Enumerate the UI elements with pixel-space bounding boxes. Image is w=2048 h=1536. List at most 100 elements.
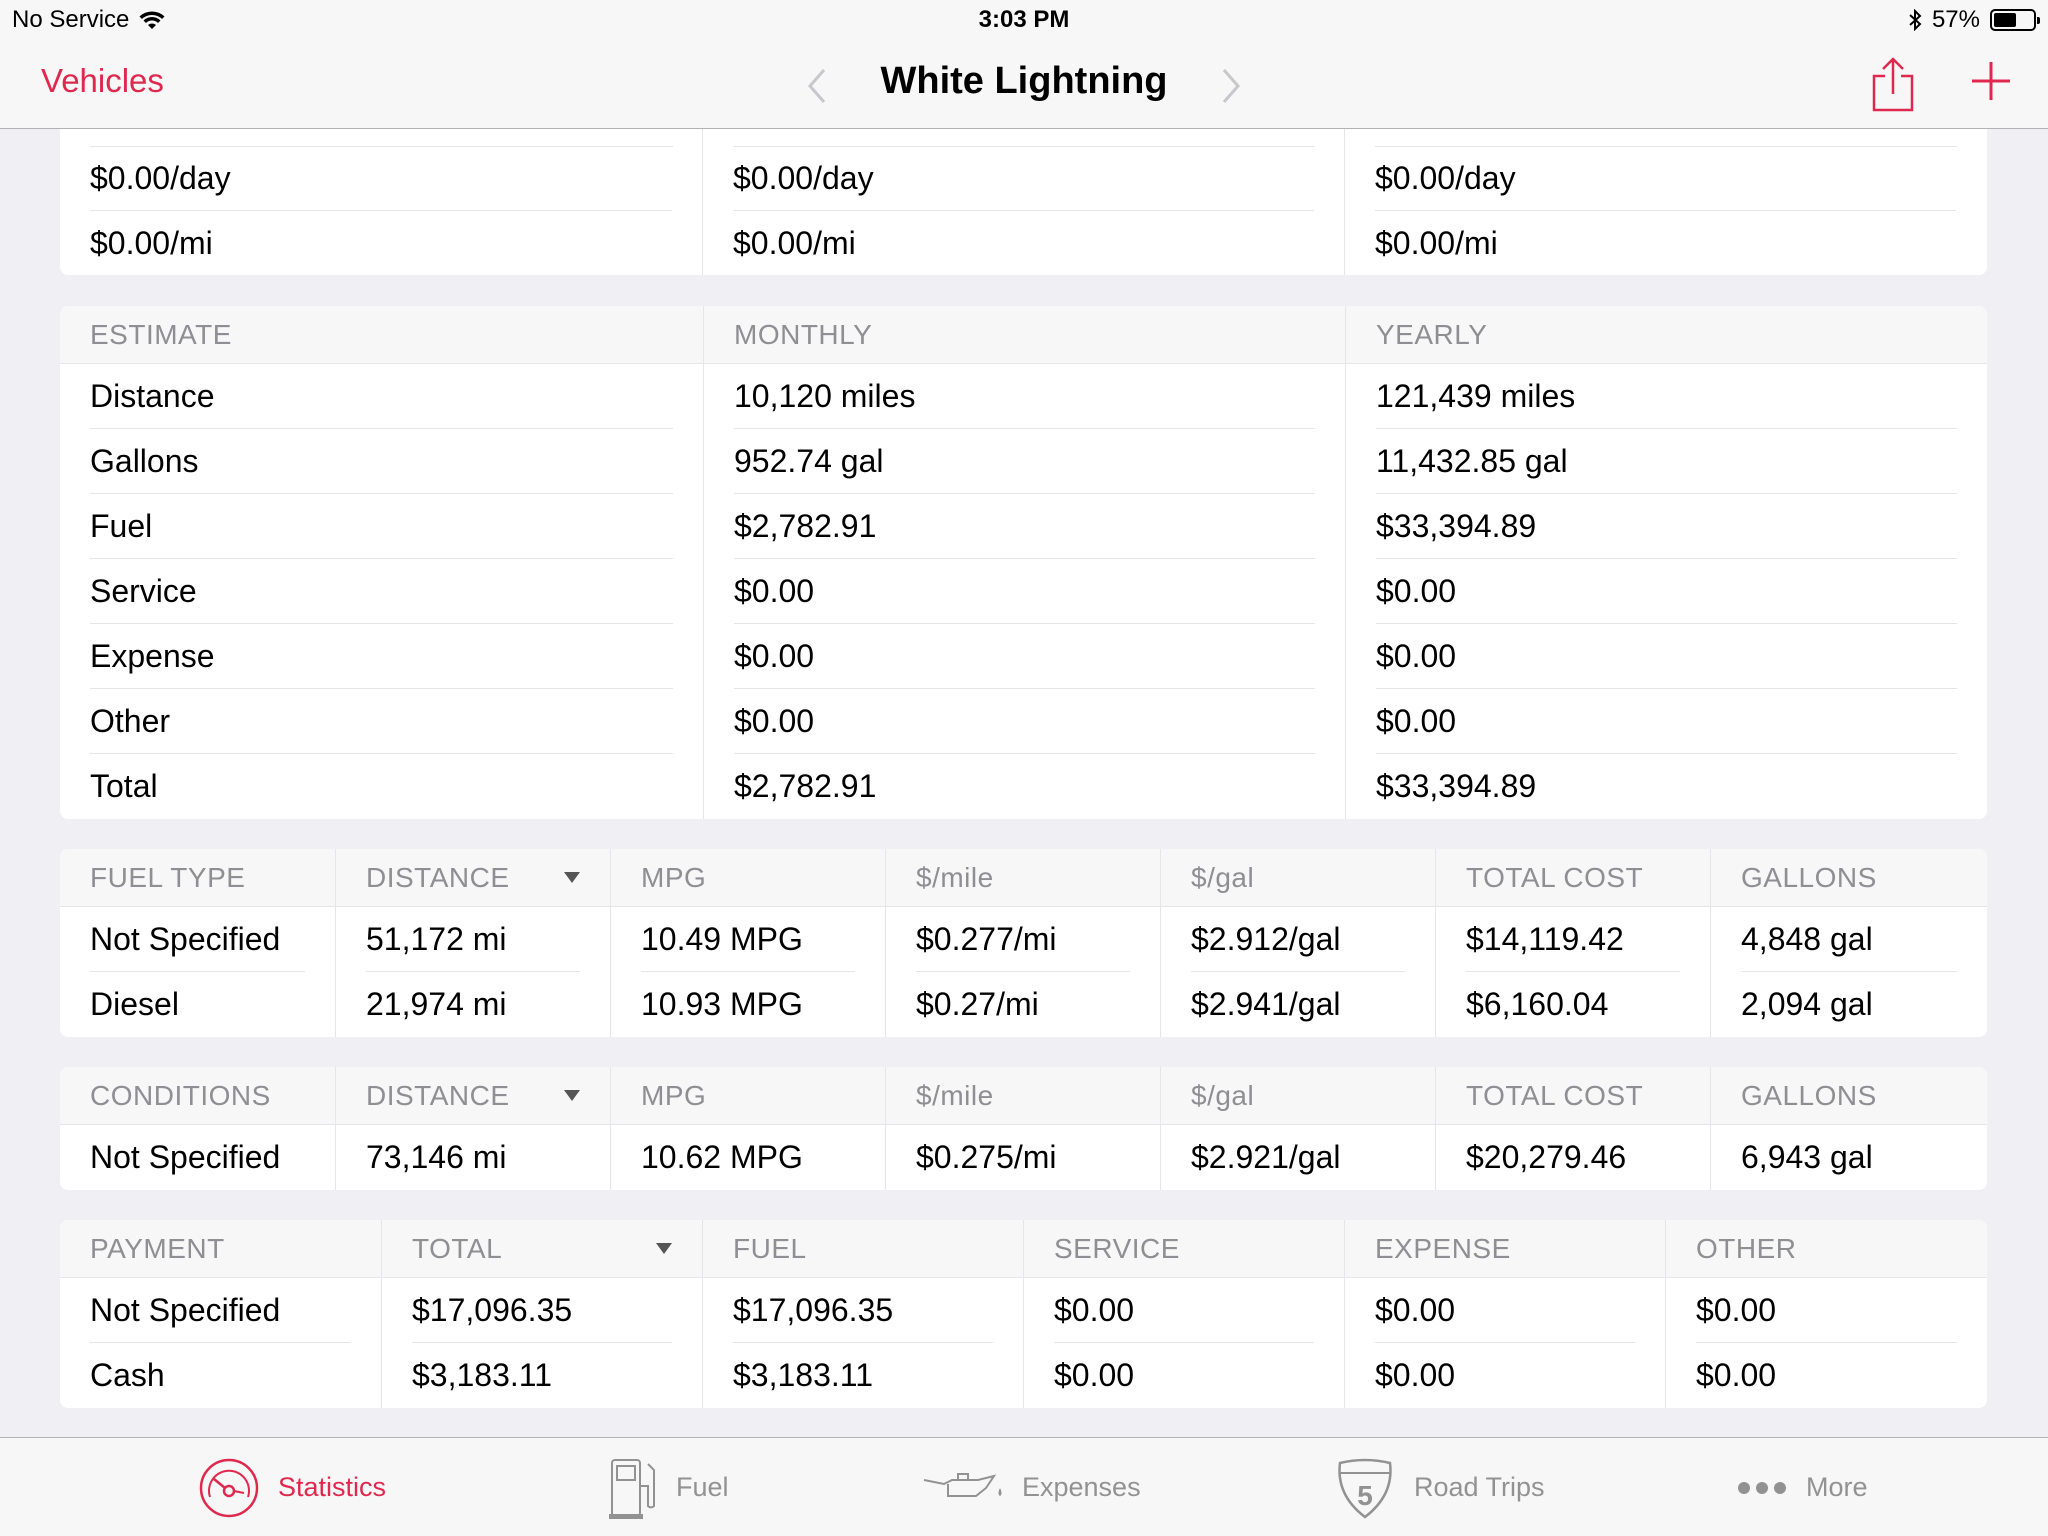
fuel-type-body: Not Specified Diesel 51,172 mi 21,974 mi… bbox=[60, 907, 1987, 1037]
estimate-header: ESTIMATE MONTHLY YEARLY bbox=[60, 306, 1987, 364]
payment-service-column: $0.00 $0.00 bbox=[1023, 1278, 1344, 1408]
tab-more-label: More bbox=[1806, 1472, 1868, 1502]
cost-per-gal-header[interactable]: $/gal bbox=[1160, 1067, 1435, 1125]
payment-other-column: $0.00 $0.00 bbox=[1665, 1278, 1987, 1408]
navigation-bar: Vehicles White Lightning bbox=[0, 42, 2048, 129]
distance-header-sorted[interactable]: DISTANCE bbox=[335, 1067, 610, 1125]
fuel-type-header-label[interactable]: FUEL TYPE bbox=[60, 849, 335, 907]
fuel-distance-column: 51,172 mi 21,974 mi bbox=[335, 907, 610, 1037]
per-day-value: $0.00/day bbox=[1345, 146, 1986, 211]
estimate-row-label: Distance bbox=[60, 364, 703, 429]
monthly-value: 10,120 miles bbox=[704, 364, 1345, 429]
conditions-header-label[interactable]: CONDITIONS bbox=[60, 1067, 335, 1125]
cost-per-gal-header[interactable]: $/gal bbox=[1160, 849, 1435, 907]
share-icon[interactable] bbox=[1870, 56, 1916, 114]
fuel-cost-per-mile-column: $0.277/mi $0.27/mi bbox=[885, 907, 1160, 1037]
total-cost-header[interactable]: TOTAL COST bbox=[1435, 849, 1710, 907]
conditions-cost-per-gal-column: $2.921/gal bbox=[1160, 1125, 1435, 1190]
fuel-value: $3,183.11 bbox=[733, 1357, 873, 1393]
estimate-label-column: Distance Gallons Fuel Service Expense Ot… bbox=[60, 364, 703, 819]
svg-text:5: 5 bbox=[1357, 1480, 1373, 1511]
battery-icon bbox=[1990, 9, 2040, 31]
conditions-distance-column: 73,146 mi bbox=[335, 1125, 610, 1190]
expense-value: $0.00 bbox=[1375, 1357, 1456, 1393]
payment-body: Not Specified Cash $17,096.35 $3,183.11 … bbox=[60, 1278, 1987, 1408]
status-time: 3:03 PM bbox=[978, 6, 1070, 33]
cost-per-gal-value: $2.941/gal bbox=[1191, 986, 1341, 1022]
battery-fill bbox=[1994, 13, 2016, 27]
estimate-row-label: Service bbox=[60, 559, 703, 624]
tab-fuel[interactable]: Fuel bbox=[608, 1438, 729, 1536]
yearly-value: $33,394.89 bbox=[1376, 768, 1537, 804]
monthly-header: MONTHLY bbox=[703, 306, 1345, 364]
fuel-header[interactable]: FUEL bbox=[702, 1220, 1023, 1278]
estimate-header-label: ESTIMATE bbox=[90, 319, 232, 350]
monthly-value: $0.00 bbox=[704, 689, 1345, 754]
gallons-value: 4,848 gal bbox=[1711, 907, 1987, 972]
tab-road-trips[interactable]: 5 Road Trips bbox=[1334, 1438, 1545, 1536]
rate-column-3: $0.00/day $0.00/mi bbox=[1344, 129, 1986, 275]
payment-expense-column: $0.00 $0.00 bbox=[1344, 1278, 1665, 1408]
interstate-shield-icon: 5 bbox=[1338, 1458, 1392, 1519]
status-right: 57% bbox=[1908, 6, 2040, 34]
fuel-type-column: Not Specified Diesel bbox=[60, 907, 335, 1037]
estimate-row-label: Other bbox=[60, 689, 703, 754]
other-header[interactable]: OTHER bbox=[1665, 1220, 1987, 1278]
total-cost-value: $14,119.42 bbox=[1436, 907, 1710, 972]
total-cost-header[interactable]: TOTAL COST bbox=[1435, 1067, 1710, 1125]
tab-expenses-label: Expenses bbox=[1022, 1472, 1141, 1502]
payment-header-label[interactable]: PAYMENT bbox=[60, 1220, 381, 1278]
fuel-gallons-column: 4,848 gal 2,094 gal bbox=[1710, 907, 1987, 1037]
fuel-total-cost-column: $14,119.42 $6,160.04 bbox=[1435, 907, 1710, 1037]
gallons-header[interactable]: GALLONS bbox=[1710, 849, 1987, 907]
gallons-value: 2,094 gal bbox=[1741, 986, 1873, 1022]
tab-expenses[interactable]: Expenses bbox=[922, 1438, 1141, 1536]
cost-per-mile-header[interactable]: $/mile bbox=[885, 1067, 1160, 1125]
other-value: $0.00 bbox=[1696, 1357, 1777, 1393]
payment-method-value: Not Specified bbox=[60, 1278, 381, 1343]
per-mile-value: $0.00/mi bbox=[733, 225, 856, 261]
tab-more[interactable]: More bbox=[1736, 1438, 1868, 1536]
conditions-card: CONDITIONS DISTANCE MPG $/mile $/gal TOT… bbox=[60, 1067, 1987, 1190]
per-mile-value: $0.00/mi bbox=[1375, 225, 1498, 261]
cost-per-mile-value: $0.27/mi bbox=[916, 986, 1039, 1022]
mpg-header[interactable]: MPG bbox=[610, 849, 885, 907]
add-icon[interactable] bbox=[1970, 60, 2012, 102]
conditions-column: Not Specified bbox=[60, 1125, 335, 1190]
total-cost-value: $6,160.04 bbox=[1466, 986, 1609, 1022]
monthly-value: 952.74 gal bbox=[704, 429, 1345, 494]
payment-total-column: $17,096.35 $3,183.11 bbox=[381, 1278, 702, 1408]
total-value: $17,096.35 bbox=[382, 1278, 702, 1343]
estimate-row-label: Fuel bbox=[60, 494, 703, 559]
tab-statistics-label: Statistics bbox=[278, 1472, 387, 1502]
mpg-value: 10.93 MPG bbox=[641, 986, 803, 1022]
yearly-value: 121,439 miles bbox=[1346, 364, 1987, 429]
conditions-cost-per-mile-column: $0.275/mi bbox=[885, 1125, 1160, 1190]
expense-header[interactable]: EXPENSE bbox=[1344, 1220, 1665, 1278]
monthly-value: $0.00 bbox=[704, 624, 1345, 689]
monthly-value: $2,782.91 bbox=[734, 768, 877, 804]
distance-header-sorted[interactable]: DISTANCE bbox=[335, 849, 610, 907]
distance-value: 73,146 mi bbox=[366, 1139, 507, 1175]
next-vehicle-chevron-icon[interactable] bbox=[1212, 66, 1248, 106]
sort-descending-icon bbox=[564, 1090, 580, 1101]
estimate-row-label: Expense bbox=[60, 624, 703, 689]
cost-per-mile-header[interactable]: $/mile bbox=[885, 849, 1160, 907]
fuel-type-card: FUEL TYPE DISTANCE MPG $/mile $/gal TOTA… bbox=[60, 849, 1987, 1037]
service-value: $0.00 bbox=[1054, 1357, 1135, 1393]
expense-value: $0.00 bbox=[1345, 1278, 1665, 1343]
total-header-sorted[interactable]: TOTAL bbox=[381, 1220, 702, 1278]
total-cost-value: $20,279.46 bbox=[1466, 1139, 1627, 1175]
gallons-header[interactable]: GALLONS bbox=[1710, 1067, 1987, 1125]
fuel-type-value: Diesel bbox=[90, 986, 179, 1022]
tab-statistics[interactable]: Statistics bbox=[198, 1438, 386, 1536]
sort-descending-icon bbox=[564, 872, 580, 883]
total-value: $3,183.11 bbox=[412, 1357, 552, 1393]
payment-header: PAYMENT TOTAL FUEL SERVICE EXPENSE OTHER bbox=[60, 1220, 1987, 1278]
service-header[interactable]: SERVICE bbox=[1023, 1220, 1344, 1278]
cost-rate-card: $0.00/day $0.00/mi $0.00/day $0.00/mi $0… bbox=[60, 129, 1987, 275]
status-bar: No Service 3:03 PM 57% bbox=[0, 0, 2048, 42]
mpg-header[interactable]: MPG bbox=[610, 1067, 885, 1125]
tab-fuel-label: Fuel bbox=[676, 1472, 729, 1502]
tab-road-trips-label: Road Trips bbox=[1414, 1472, 1545, 1502]
